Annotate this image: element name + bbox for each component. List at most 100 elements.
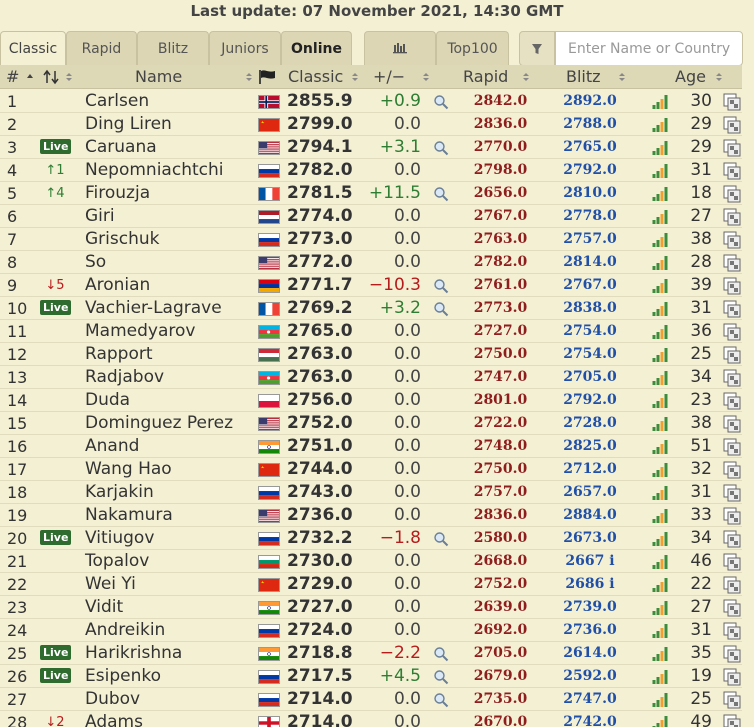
rating-chart-icon[interactable] — [651, 370, 669, 386]
table-row[interactable]: 21 Topalov 2730.0 0.0 2668.0 2667 i 46 — [0, 550, 742, 573]
rating-chart-icon[interactable] — [651, 278, 669, 294]
rapid-header[interactable]: Rapid — [463, 65, 508, 89]
games-icon[interactable] — [723, 346, 741, 364]
games-icon[interactable] — [723, 622, 741, 640]
games-icon[interactable] — [723, 323, 741, 341]
rating-chart-icon[interactable] — [651, 577, 669, 593]
tab-classic[interactable]: Classic — [0, 31, 66, 66]
search-game-icon[interactable] — [433, 301, 449, 317]
games-icon[interactable] — [723, 553, 741, 571]
table-row[interactable]: 14 Duda 2756.0 0.0 2801.0 2792.0 23 — [0, 389, 742, 412]
games-icon[interactable] — [723, 162, 741, 180]
table-row[interactable]: 10 Live Vachier-Lagrave 2769.2 +3.2 2773… — [0, 297, 742, 320]
tab-top100[interactable]: Top100 — [436, 31, 509, 66]
rating-chart-icon[interactable] — [651, 163, 669, 179]
table-row[interactable]: 20 Live Vitiugov 2732.2 −1.8 2580.0 2673… — [0, 527, 742, 550]
sort-both-icon[interactable] — [246, 72, 252, 82]
player-name[interactable]: Aronian — [85, 274, 255, 297]
tab-juniors[interactable]: Juniors — [209, 31, 281, 66]
table-row[interactable]: 11 Mamedyarov 2765.0 0.0 2727.0 2754.0 3… — [0, 320, 742, 343]
table-row[interactable]: 9 ↓5 Aronian 2771.7 −10.3 2761.0 2767.0 … — [0, 274, 742, 297]
table-row[interactable]: 3 Live Caruana 2794.1 +3.1 2770.0 2765.0… — [0, 136, 742, 159]
table-row[interactable]: 26 Live Esipenko 2717.5 +4.5 2679.0 2592… — [0, 665, 742, 688]
games-icon[interactable] — [723, 300, 741, 318]
games-icon[interactable] — [723, 208, 741, 226]
rating-chart-icon[interactable] — [651, 715, 669, 727]
player-name[interactable]: Vidit — [85, 596, 255, 619]
player-name[interactable]: Andreikin — [85, 619, 255, 642]
player-name[interactable]: Harikrishna — [85, 642, 255, 665]
rating-chart-icon[interactable] — [651, 416, 669, 432]
table-row[interactable]: 18 Karjakin 2743.0 0.0 2757.0 2657.0 31 — [0, 481, 742, 504]
rating-chart-icon[interactable] — [651, 140, 669, 156]
sort-both-icon[interactable] — [423, 72, 429, 82]
search-game-icon[interactable] — [433, 692, 449, 708]
tab-statistics[interactable] — [364, 31, 436, 66]
player-name[interactable]: Ding Liren — [85, 113, 255, 136]
rating-chart-icon[interactable] — [651, 255, 669, 271]
table-row[interactable]: 6 Giri 2774.0 0.0 2767.0 2778.0 27 — [0, 205, 742, 228]
rating-chart-icon[interactable] — [651, 600, 669, 616]
rating-chart-icon[interactable] — [651, 508, 669, 524]
table-row[interactable]: 5 ↑4 Firouzja 2781.5 +11.5 2656.0 2810.0… — [0, 182, 742, 205]
games-icon[interactable] — [723, 645, 741, 663]
games-icon[interactable] — [723, 369, 741, 387]
player-name[interactable]: Duda — [85, 389, 255, 412]
rating-chart-icon[interactable] — [651, 301, 669, 317]
rating-chart-icon[interactable] — [651, 324, 669, 340]
games-icon[interactable] — [723, 254, 741, 272]
player-name[interactable]: Grischuk — [85, 228, 255, 251]
tab-blitz[interactable]: Blitz — [137, 31, 209, 66]
games-icon[interactable] — [723, 185, 741, 203]
player-name[interactable]: Esipenko — [85, 665, 255, 688]
search-game-icon[interactable] — [433, 646, 449, 662]
rating-chart-icon[interactable] — [651, 117, 669, 133]
rating-chart-icon[interactable] — [651, 209, 669, 225]
rating-chart-icon[interactable] — [651, 439, 669, 455]
games-icon[interactable] — [723, 392, 741, 410]
table-row[interactable]: 22 Wei Yi 2729.0 0.0 2752.0 2686 i 22 — [0, 573, 742, 596]
table-row[interactable]: 7 Grischuk 2773.0 0.0 2763.0 2757.0 38 — [0, 228, 742, 251]
rating-chart-icon[interactable] — [651, 531, 669, 547]
search-game-icon[interactable] — [433, 94, 449, 110]
sort-both-icon[interactable] — [716, 72, 722, 82]
table-row[interactable]: 1 Carlsen 2855.9 +0.9 2842.0 2892.0 30 — [0, 90, 742, 113]
player-name[interactable]: Caruana — [85, 136, 255, 159]
live-badge[interactable]: Live — [40, 300, 72, 315]
search-game-icon[interactable] — [433, 531, 449, 547]
player-name[interactable]: Wang Hao — [85, 458, 255, 481]
games-icon[interactable] — [723, 599, 741, 617]
player-name[interactable]: Adams — [85, 711, 255, 727]
search-game-icon[interactable] — [433, 278, 449, 294]
table-row[interactable]: 2 Ding Liren 2799.0 0.0 2836.0 2788.0 29 — [0, 113, 742, 136]
live-badge[interactable]: Live — [40, 668, 72, 683]
search-game-icon[interactable] — [433, 186, 449, 202]
rating-chart-icon[interactable] — [651, 623, 669, 639]
games-icon[interactable] — [723, 576, 741, 594]
table-row[interactable]: 12 Rapport 2763.0 0.0 2750.0 2754.0 25 — [0, 343, 742, 366]
classic-header[interactable]: Classic — [288, 65, 343, 89]
delta-header[interactable]: +/− — [373, 65, 405, 89]
rating-chart-icon[interactable] — [651, 554, 669, 570]
player-name[interactable]: Nepomniachtchi — [85, 159, 255, 182]
live-badge[interactable]: Live — [40, 645, 72, 660]
player-name[interactable]: Wei Yi — [85, 573, 255, 596]
sort-both-icon[interactable] — [66, 72, 72, 82]
filter-button[interactable] — [519, 31, 555, 66]
live-badge[interactable]: Live — [40, 139, 72, 154]
player-name[interactable]: Topalov — [85, 550, 255, 573]
rating-chart-icon[interactable] — [651, 646, 669, 662]
games-icon[interactable] — [723, 714, 741, 727]
player-name[interactable]: So — [85, 251, 255, 274]
blitz-header[interactable]: Blitz — [566, 65, 601, 89]
live-badge[interactable]: Live — [40, 530, 72, 545]
player-name[interactable]: Mamedyarov — [85, 320, 255, 343]
sort-both-icon[interactable] — [523, 72, 529, 82]
games-icon[interactable] — [723, 415, 741, 433]
games-icon[interactable] — [723, 438, 741, 456]
search-game-icon[interactable] — [433, 140, 449, 156]
rating-chart-icon[interactable] — [651, 347, 669, 363]
games-icon[interactable] — [723, 231, 741, 249]
games-icon[interactable] — [723, 691, 741, 709]
games-icon[interactable] — [723, 668, 741, 686]
